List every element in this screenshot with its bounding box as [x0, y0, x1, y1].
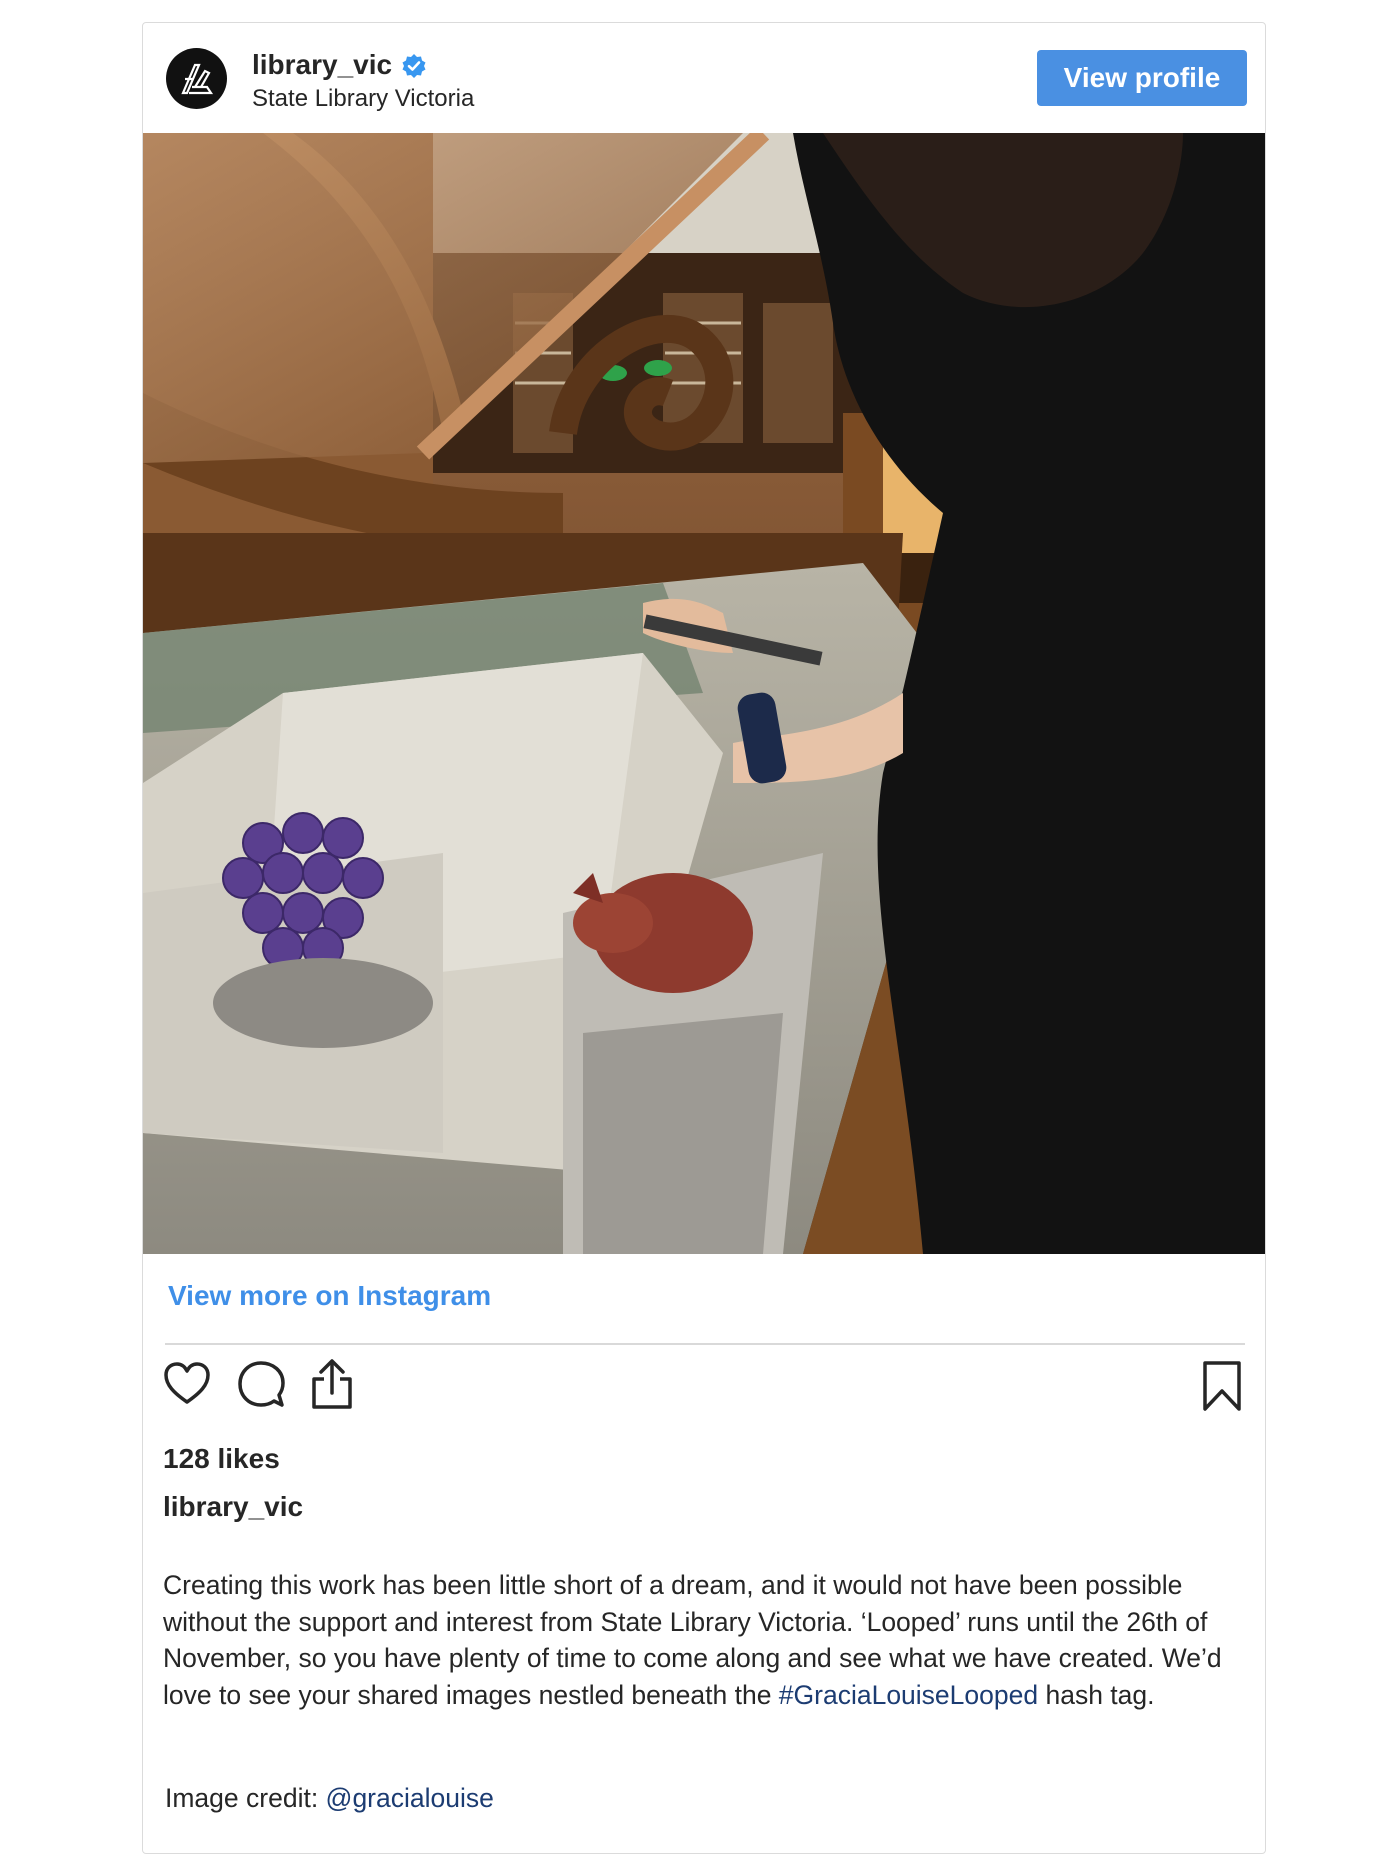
verified-badge-icon	[402, 54, 426, 78]
bookmark-icon	[1203, 1361, 1241, 1411]
save-button[interactable]	[1197, 1359, 1247, 1413]
profile-username[interactable]: library_vic	[252, 49, 392, 81]
profile-full-name: State Library Victoria	[252, 85, 475, 112]
avatar[interactable]	[166, 48, 227, 109]
caption-suffix: hash tag.	[1038, 1679, 1155, 1710]
share-icon	[312, 1359, 352, 1409]
divider	[165, 1343, 1245, 1345]
caption-username[interactable]: library_vic	[163, 1491, 303, 1523]
view-more-on-instagram-link[interactable]: View more on Instagram	[168, 1280, 491, 1312]
credit-handle-link[interactable]: @gracialouise	[326, 1783, 494, 1813]
post-caption: Creating this work has been little short…	[163, 1567, 1243, 1713]
comment-button[interactable]	[236, 1359, 286, 1409]
share-button[interactable]	[307, 1357, 357, 1411]
likes-count: 128 likes	[163, 1443, 280, 1474]
state-library-logo	[180, 63, 213, 94]
credit-prefix: Image credit:	[165, 1783, 326, 1813]
caption-hashtag-link[interactable]: #GraciaLouiseLooped	[779, 1680, 1038, 1710]
like-button[interactable]	[162, 1359, 212, 1409]
instagram-embed-card: library_vic State Library Victoria View …	[142, 22, 1266, 1854]
view-profile-button[interactable]: View profile	[1037, 50, 1247, 106]
photo-illustration	[143, 133, 1265, 1254]
image-credit: Image credit: @gracialouise	[165, 1783, 494, 1814]
comment-bubble-icon	[238, 1361, 285, 1407]
heart-icon	[164, 1362, 210, 1404]
post-photo[interactable]	[143, 133, 1265, 1254]
post-header: library_vic State Library Victoria View …	[143, 23, 1265, 133]
